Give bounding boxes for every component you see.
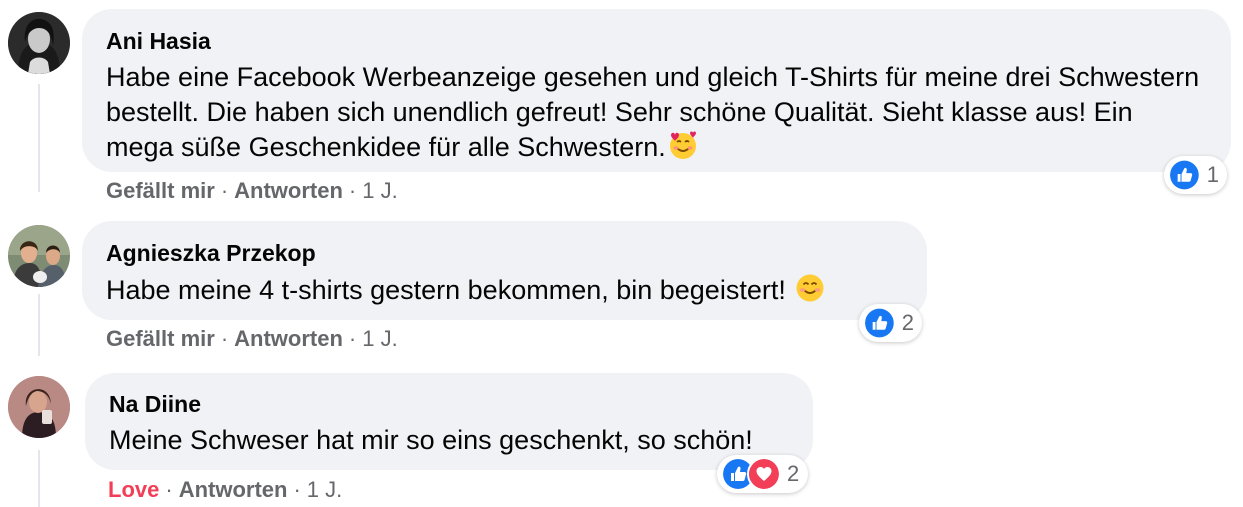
comment-bubble: Na Diine Meine Schweser hat mir so eins … <box>85 373 813 470</box>
reply-button[interactable]: Antworten <box>179 477 288 502</box>
reaction-count: 2 <box>787 461 800 486</box>
love-reaction-icon <box>747 457 781 491</box>
reaction-summary[interactable]: 2 <box>717 455 808 493</box>
comment-author[interactable]: Na Diine <box>109 390 787 418</box>
comment: Na Diine Meine Schweser hat mir so eins … <box>0 0 1243 507</box>
love-button[interactable]: Love <box>108 477 159 502</box>
comment-actions: Love · Antworten · 1 J. <box>108 477 343 502</box>
avatar[interactable] <box>8 376 70 438</box>
comment-timestamp[interactable]: 1 J. <box>307 477 342 502</box>
comment-text: Meine Schweser hat mir so eins geschenkt… <box>109 425 753 455</box>
